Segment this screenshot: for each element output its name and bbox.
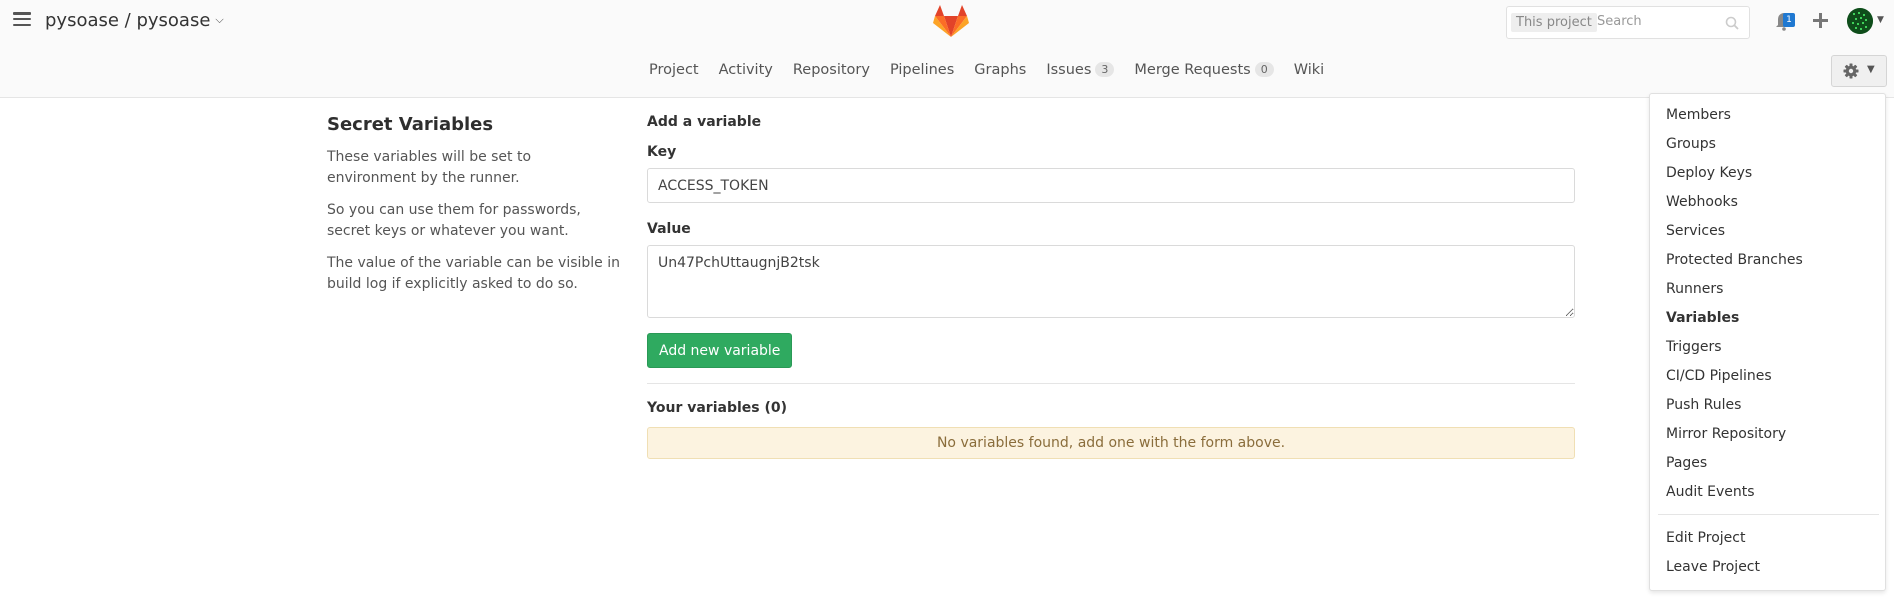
value-label: Value <box>647 221 691 237</box>
menu-item-runners[interactable]: Runners <box>1666 281 1723 297</box>
intro-paragraph-3: The value of the variable can be visible… <box>327 255 620 292</box>
plus-icon[interactable] <box>1812 12 1829 29</box>
notification-badge: 1 <box>1783 13 1795 27</box>
form-heading: Add a variable <box>647 114 762 130</box>
nav-wiki[interactable]: Wiki <box>1294 62 1324 78</box>
secret-variables-intro: Secret Variables These variables will be… <box>327 114 622 306</box>
menu-item-edit-project[interactable]: Edit Project <box>1666 530 1745 546</box>
search-scope-badge[interactable]: This project <box>1511 13 1597 32</box>
value-textarea[interactable]: Un47PchUttaugnjB2tsk <box>647 245 1575 318</box>
add-variable-form: Add a variable Key Value Un47PchUttaugnj… <box>647 114 1575 459</box>
menu-item-ci-cd-pipelines[interactable]: CI/CD Pipelines <box>1666 368 1772 384</box>
avatar-caret-icon[interactable]: ▼ <box>1877 15 1884 25</box>
key-input[interactable] <box>647 168 1575 203</box>
menu-item-push-rules[interactable]: Push Rules <box>1666 397 1741 413</box>
key-label: Key <box>647 144 677 160</box>
top-header: pysoase / pysoase ⌵ This project Search 1 <box>0 0 1894 44</box>
menu-item-members[interactable]: Members <box>1666 107 1731 123</box>
menu-item-groups[interactable]: Groups <box>1666 136 1716 152</box>
settings-dropdown-button[interactable]: ▼ <box>1831 55 1887 87</box>
intro-paragraph-2: So you can use them for passwords, secre… <box>327 202 581 239</box>
nav-links: Project Activity Repository Pipelines Gr… <box>649 62 1344 78</box>
menu-item-audit-events[interactable]: Audit Events <box>1666 484 1755 500</box>
nav-merge-requests[interactable]: Merge Requests 0 <box>1134 62 1274 78</box>
nav-pipelines[interactable]: Pipelines <box>890 62 954 78</box>
gitlab-logo[interactable] <box>932 3 970 39</box>
divider <box>647 383 1575 384</box>
nav-repository[interactable]: Repository <box>793 62 870 78</box>
menu-item-leave-project[interactable]: Leave Project <box>1666 559 1760 575</box>
nav-issues-label: Issues <box>1046 62 1092 78</box>
menu-item-protected-branches[interactable]: Protected Branches <box>1666 252 1803 268</box>
menu-item-deploy-keys[interactable]: Deploy Keys <box>1666 165 1752 181</box>
gear-icon <box>1843 63 1859 79</box>
chevron-down-icon: ▼ <box>1867 64 1875 75</box>
chevron-down-icon: ⌵ <box>215 13 224 26</box>
merge-requests-count-badge: 0 <box>1254 62 1274 77</box>
intro-paragraph-1: These variables will be set to environme… <box>327 149 532 186</box>
issues-count-badge: 3 <box>1095 62 1115 77</box>
menu-item-variables[interactable]: Variables <box>1666 310 1739 326</box>
menu-item-mirror-repository[interactable]: Mirror Repository <box>1666 426 1786 442</box>
search-box[interactable]: This project Search <box>1506 6 1750 39</box>
nav-merge-requests-label: Merge Requests <box>1134 62 1251 78</box>
nav-issues[interactable]: Issues 3 <box>1046 62 1115 78</box>
project-nav: Project Activity Repository Pipelines Gr… <box>0 44 1894 98</box>
search-input[interactable]: Search <box>1597 14 1642 29</box>
menu-item-services[interactable]: Services <box>1666 223 1725 239</box>
menu-divider <box>1658 514 1879 515</box>
settings-dropdown-menu: Members Groups Deploy Keys Webhooks Serv… <box>1649 93 1886 591</box>
section-title: Secret Variables <box>327 114 494 135</box>
empty-variables-message: No variables found, add one with the for… <box>647 427 1575 459</box>
search-icon <box>1725 16 1739 30</box>
menu-item-pages[interactable]: Pages <box>1666 455 1707 471</box>
your-variables-heading: Your variables (0) <box>647 400 787 416</box>
project-title[interactable]: pysoase / pysoase ⌵ <box>45 10 224 31</box>
nav-project[interactable]: Project <box>649 62 699 78</box>
menu-item-triggers[interactable]: Triggers <box>1666 339 1722 355</box>
avatar[interactable] <box>1847 8 1873 34</box>
menu-item-webhooks[interactable]: Webhooks <box>1666 194 1738 210</box>
add-new-variable-button[interactable]: Add new variable <box>647 333 793 368</box>
hamburger-icon[interactable] <box>13 12 31 28</box>
nav-graphs[interactable]: Graphs <box>974 62 1026 78</box>
project-title-text: pysoase / pysoase <box>45 10 211 31</box>
nav-activity[interactable]: Activity <box>719 62 773 78</box>
